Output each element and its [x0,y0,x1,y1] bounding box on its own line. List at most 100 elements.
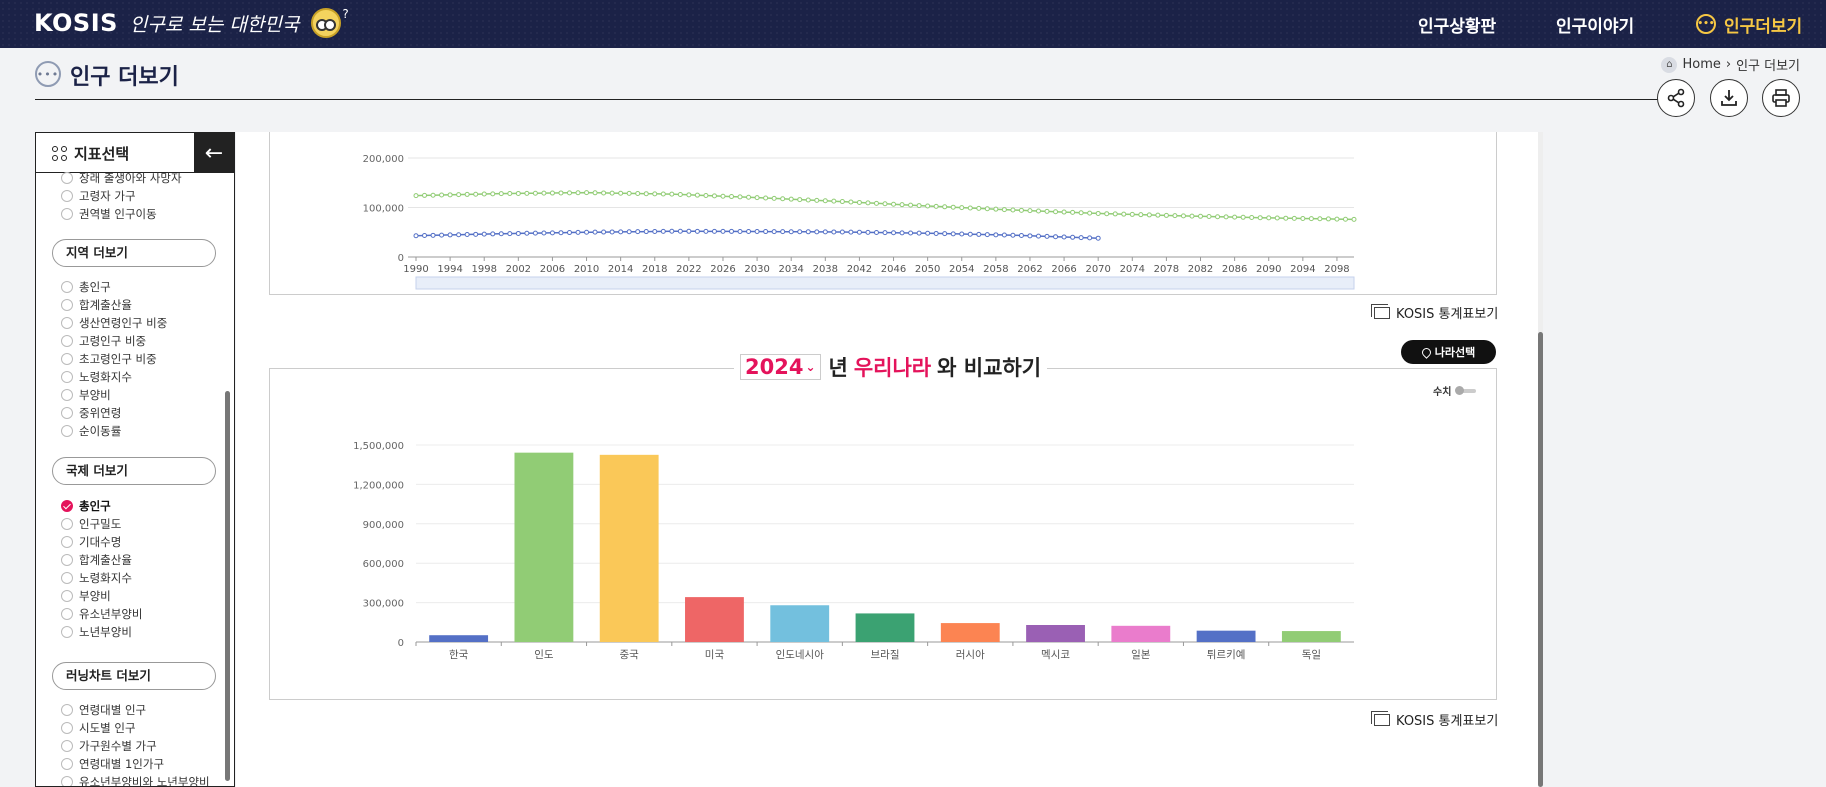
radio-button[interactable] [61,208,73,220]
sidebar-option-selected[interactable]: 총인구 [61,498,111,514]
sidebar-option[interactable]: 유소년부양비와 노년부양비 [61,774,210,786]
sidebar-option[interactable]: 고령자 가구 [61,188,136,204]
series-point [1044,233,1050,239]
main-scrollbar-thumb[interactable] [1538,332,1543,787]
nav-population-story[interactable]: 인구이야기 [1556,9,1634,39]
toggle-switch[interactable] [1455,385,1477,395]
radio-button[interactable] [61,722,73,734]
sidebar-option[interactable]: 연령대별 1인가구 [61,756,164,772]
series-point [865,200,871,206]
sidebar-scrollbar[interactable] [225,391,230,781]
radio-button[interactable] [61,758,73,770]
radio-button[interactable] [61,317,73,329]
sidebar-option-label: 고령자 가구 [79,189,136,203]
series-point [626,190,632,196]
radio-button[interactable] [61,590,73,602]
radio-button[interactable] [61,704,73,716]
top-header: KOSIS 인구로 보는 대한민국 ? 인구상황판 인구이야기 ••• 인구더보… [0,0,1826,48]
nav-population-dashboard[interactable]: 인구상황판 [1418,9,1496,39]
y-tick-label: 0 [398,638,404,649]
sidebar-option[interactable]: 인구밀도 [61,516,121,532]
sidebar-option[interactable]: 초고령인구 비중 [61,351,157,367]
radio-button[interactable] [61,389,73,401]
breadcrumb-home[interactable]: Home [1682,57,1720,72]
sidebar-option[interactable]: 합계출산율 [61,297,132,313]
main-scrollbar[interactable] [1538,132,1543,787]
series-point [1351,216,1357,222]
series-point [882,230,888,236]
radio-button[interactable] [61,536,73,548]
radio-button[interactable] [61,353,73,365]
series-point [430,192,436,198]
radio-button[interactable] [61,172,73,184]
radio-button[interactable] [61,740,73,752]
sidebar-option[interactable]: 가구원수별 가구 [61,738,157,754]
series-point [788,196,794,202]
sidebar-option[interactable]: 장래 출생아와 사망자 [61,170,182,186]
group-running-chart-more[interactable]: 러닝차트 더보기 [52,662,216,690]
radio-button-checked[interactable] [61,500,73,512]
value-label-toggle-text: 수치 [1433,387,1452,398]
series-point [1095,235,1101,241]
home-icon[interactable]: ⌂ [1661,56,1678,73]
sidebar-option[interactable]: 노령화지수 [61,369,132,385]
sidebar-option[interactable]: 노년부양비 [61,624,132,640]
series-point [942,231,948,237]
series-point [856,229,862,235]
series-point [1112,211,1118,217]
sidebar-option[interactable]: 기대수명 [61,534,121,550]
download-button[interactable] [1710,79,1748,117]
page-title: 인구 더보기 [70,65,179,90]
sidebar-option[interactable]: 유소년부양비 [61,606,142,622]
sidebar-option[interactable]: 권역별 인구이동 [61,206,157,222]
sidebar-option[interactable]: 부양비 [61,588,111,604]
radio-button[interactable] [61,776,73,786]
radio-button[interactable] [61,407,73,419]
series-point [1001,207,1007,213]
series-point [942,204,948,210]
group-region-more[interactable]: 지역 더보기 [52,239,216,267]
nav-population-more[interactable]: ••• 인구더보기 [1696,9,1802,39]
radio-button[interactable] [61,518,73,530]
x-tick-label: 중국 [620,649,640,661]
sidebar-collapse-button[interactable]: ← [194,133,234,173]
sidebar-option[interactable]: 생산연령인구 비중 [61,315,167,331]
bar [599,454,659,642]
series-point [984,206,990,212]
radio-button[interactable] [61,335,73,347]
site-logo[interactable]: KOSIS 인구로 보는 대한민국 ? [34,6,349,40]
y-tick-label: 900,000 [363,520,404,531]
sidebar-option[interactable]: 순이동률 [61,423,121,439]
series-point [1027,233,1033,239]
share-button[interactable] [1657,79,1695,117]
sidebar-option[interactable]: 합계출산율 [61,552,132,568]
kosis-table-link[interactable]: KOSIS 통계표보기 [1371,710,1498,729]
series-point [822,229,828,235]
sidebar-option[interactable]: 부양비 [61,387,111,403]
radio-button[interactable] [61,608,73,620]
radio-button[interactable] [61,554,73,566]
sidebar-option[interactable]: 연령대별 인구 [61,702,146,718]
compare-country[interactable]: 우리나라 [854,352,931,382]
sidebar-option[interactable]: 중위연령 [61,405,121,421]
sidebar-option[interactable]: 고령인구 비중 [61,333,146,349]
radio-button[interactable] [61,281,73,293]
radio-button[interactable] [61,572,73,584]
radio-button[interactable] [61,299,73,311]
series-point [1283,215,1289,221]
radio-button[interactable] [61,371,73,383]
series-point [635,229,641,235]
radio-button[interactable] [61,626,73,638]
country-select-button[interactable]: 나라선택 [1401,340,1496,364]
group-international-more[interactable]: 국제 더보기 [52,457,216,485]
radio-button[interactable] [61,190,73,202]
sidebar-option[interactable]: 노령화지수 [61,570,132,586]
series-point [763,229,769,235]
sidebar-option[interactable]: 시도별 인구 [61,720,136,736]
radio-button[interactable] [61,425,73,437]
print-button[interactable] [1762,79,1800,117]
value-label-toggle[interactable]: 수치 [1433,383,1477,398]
sidebar-option[interactable]: 총인구 [61,279,111,295]
year-select[interactable]: 2024 ⌄ [740,354,821,380]
kosis-table-link[interactable]: KOSIS 통계표보기 [1371,303,1498,322]
